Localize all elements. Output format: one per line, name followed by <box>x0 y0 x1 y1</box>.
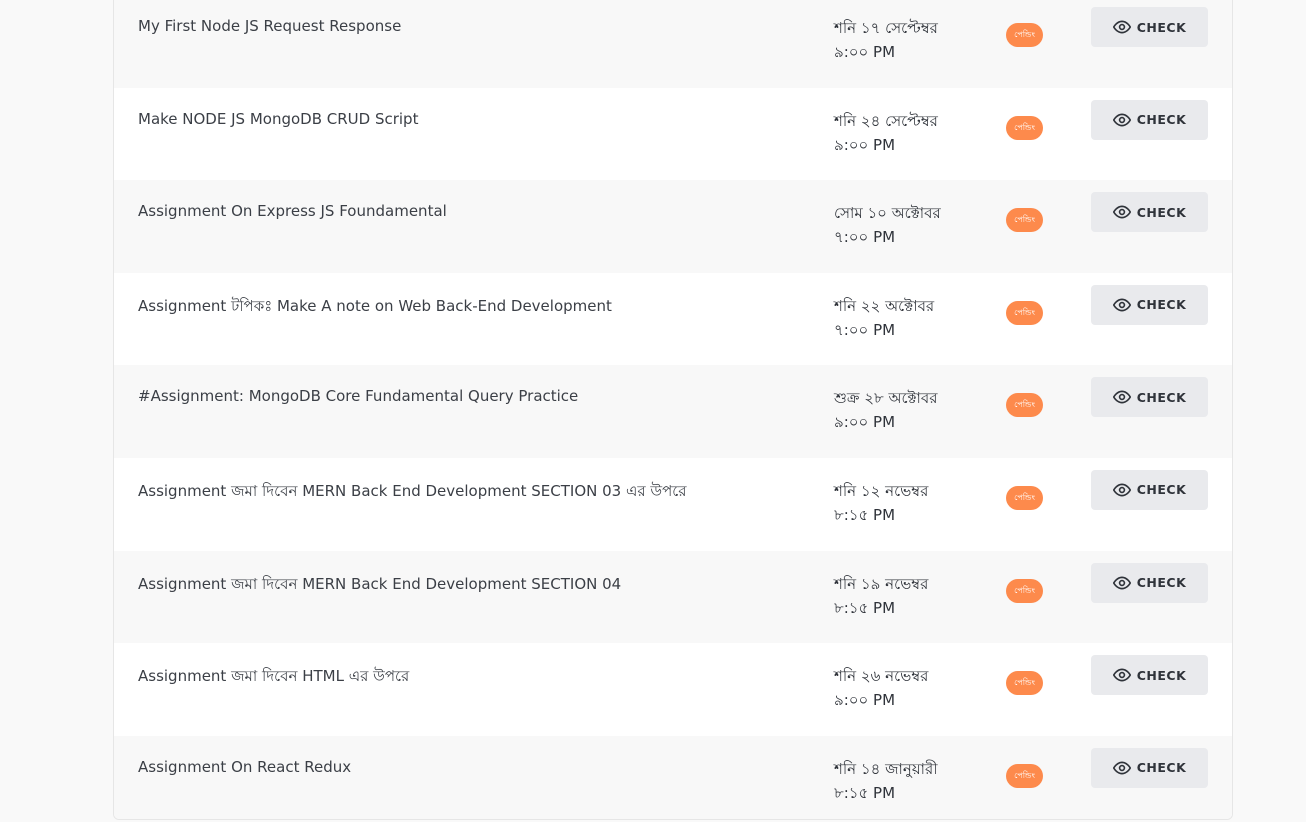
check-button-label: CHECK <box>1136 389 1187 405</box>
deadline-date: শনি ২৪ সেপ্টেম্বর <box>834 111 938 130</box>
eye-icon <box>1112 205 1131 219</box>
check-button[interactable]: CHECK <box>1091 747 1208 788</box>
check-button[interactable]: CHECK <box>1091 655 1208 696</box>
assignment-title: Assignment On Express JS Foundamental <box>138 202 447 221</box>
check-button-label: CHECK <box>1136 297 1187 313</box>
check-button-label: CHECK <box>1136 760 1187 776</box>
status-badge: পেন্ডিং <box>1006 23 1043 47</box>
deadline: শনি ১৭ সেপ্টেম্বর ৯:০০ PM <box>834 16 938 64</box>
status-badge: পেন্ডিং <box>1006 300 1043 325</box>
eye-icon <box>1112 390 1131 404</box>
eye-icon <box>1112 668 1131 682</box>
deadline-time: ৯:০০ PM <box>834 135 896 154</box>
table-row: #Assignment: MongoDB Core Fundamental Qu… <box>114 365 1232 458</box>
table-row: Assignment টপিকঃ Make A note on Web Back… <box>114 272 1232 366</box>
deadline-time: ৮:১৫ PM <box>834 783 896 802</box>
deadline-date: শনি ১২ নভেম্বর <box>834 481 929 500</box>
deadline-time: ৭:০০ PM <box>834 320 896 339</box>
status-badge: পেন্ডিং <box>1006 671 1043 696</box>
table-row: Make NODE JS MongoDB CRUD Script শনি ২৪ … <box>114 87 1232 181</box>
assignment-title: My First Node JS Request Response <box>138 17 402 35</box>
deadline-date: শনি ২২ অক্টোবর <box>834 296 935 315</box>
deadline-date: শনি ১৭ সেপ্টেম্বর <box>834 19 938 37</box>
assignment-title: Make NODE JS MongoDB CRUD Script <box>138 109 419 128</box>
check-button-label: CHECK <box>1136 204 1187 220</box>
deadline-date: শনি ১৯ নভেম্বর <box>834 574 929 593</box>
assignment-list: My First Node JS Request Response শনি ১৭… <box>114 0 1232 819</box>
check-button-label: CHECK <box>1136 667 1187 683</box>
eye-icon <box>1112 298 1131 312</box>
eye-icon <box>1112 576 1131 590</box>
check-button[interactable]: CHECK <box>1091 99 1208 140</box>
eye-icon <box>1112 113 1131 127</box>
table-row: Assignment জমা দিবেন MERN Back End Devel… <box>114 550 1232 644</box>
assignment-table-card: My First Node JS Request Response শনি ১৭… <box>113 0 1233 820</box>
table-row: Assignment On Express JS Foundamental সো… <box>114 180 1232 273</box>
deadline-date: শনি ১৪ জানুয়ারী <box>834 759 938 778</box>
deadline: শনি ১৪ জানুয়ারী ৮:১৫ PM <box>834 757 938 805</box>
deadline: শনি ১৯ নভেম্বর ৮:১৫ PM <box>834 572 928 620</box>
assignment-title: Assignment টপিকঃ Make A note on Web Back… <box>138 296 612 315</box>
check-button[interactable]: CHECK <box>1091 192 1208 233</box>
eye-icon <box>1112 761 1131 775</box>
eye-icon <box>1112 20 1131 34</box>
check-button[interactable]: CHECK <box>1091 562 1208 603</box>
deadline: সোম ১০ অক্টোবর ৭:০০ PM <box>834 201 941 249</box>
table-row: Assignment On React Redux শনি ১৪ জানুয়া… <box>114 735 1232 819</box>
deadline: শনি ২২ অক্টোবর ৭:০০ PM <box>834 294 934 342</box>
status-badge: পেন্ডিং <box>1006 763 1043 788</box>
deadline-time: ৯:০০ PM <box>834 413 896 432</box>
deadline: শনি ২৪ সেপ্টেম্বর ৯:০০ PM <box>834 109 938 157</box>
assignment-title: Assignment জমা দিবেন MERN Back End Devel… <box>138 574 622 593</box>
eye-icon <box>1112 483 1131 497</box>
check-button-label: CHECK <box>1136 575 1187 591</box>
check-button[interactable]: CHECK <box>1091 469 1208 510</box>
deadline-date: সোম ১০ অক্টোবর <box>834 204 941 223</box>
deadline-time: ৮:১৫ PM <box>834 598 896 617</box>
status-badge: পেন্ডিং <box>1006 485 1043 510</box>
check-button[interactable]: CHECK <box>1091 7 1208 47</box>
deadline-time: ৭:০০ PM <box>834 228 896 247</box>
deadline-time: ৮:১৫ PM <box>834 505 896 524</box>
check-button-label: CHECK <box>1136 112 1187 128</box>
check-button[interactable]: CHECK <box>1091 377 1208 418</box>
assignment-title: #Assignment: MongoDB Core Fundamental Qu… <box>138 387 579 406</box>
status-badge: পেন্ডিং <box>1006 393 1043 418</box>
deadline: শনি ২৬ নভেম্বর ৯:০০ PM <box>834 664 928 712</box>
status-badge: পেন্ডিং <box>1006 208 1043 233</box>
assignment-title: Assignment জমা দিবেন HTML এর উপরে <box>138 667 410 686</box>
table-row: Assignment জমা দিবেন MERN Back End Devel… <box>114 457 1232 551</box>
check-button-label: CHECK <box>1136 19 1187 35</box>
deadline-time: ৯:০০ PM <box>834 691 896 710</box>
assignment-title: Assignment On React Redux <box>138 757 352 776</box>
table-row: Assignment জমা দিবেন HTML এর উপরে শনি ২৬… <box>114 643 1232 736</box>
status-badge: পেন্ডিং <box>1006 115 1043 140</box>
deadline: শুক্র ২৮ অক্টোবর ৯:০০ PM <box>834 386 938 434</box>
assignment-title: Assignment জমা দিবেন MERN Back End Devel… <box>138 481 687 500</box>
deadline: শনি ১২ নভেম্বর ৮:১৫ PM <box>834 479 928 527</box>
check-button-label: CHECK <box>1136 482 1187 498</box>
deadline-date: শনি ২৬ নভেম্বর <box>834 667 929 686</box>
deadline-date: শুক্র ২৮ অক্টোবর <box>834 389 938 408</box>
check-button[interactable]: CHECK <box>1091 284 1208 325</box>
deadline-time: ৯:০০ PM <box>834 43 896 61</box>
table-row: My First Node JS Request Response শনি ১৭… <box>114 0 1232 88</box>
status-badge: পেন্ডিং <box>1006 578 1043 603</box>
